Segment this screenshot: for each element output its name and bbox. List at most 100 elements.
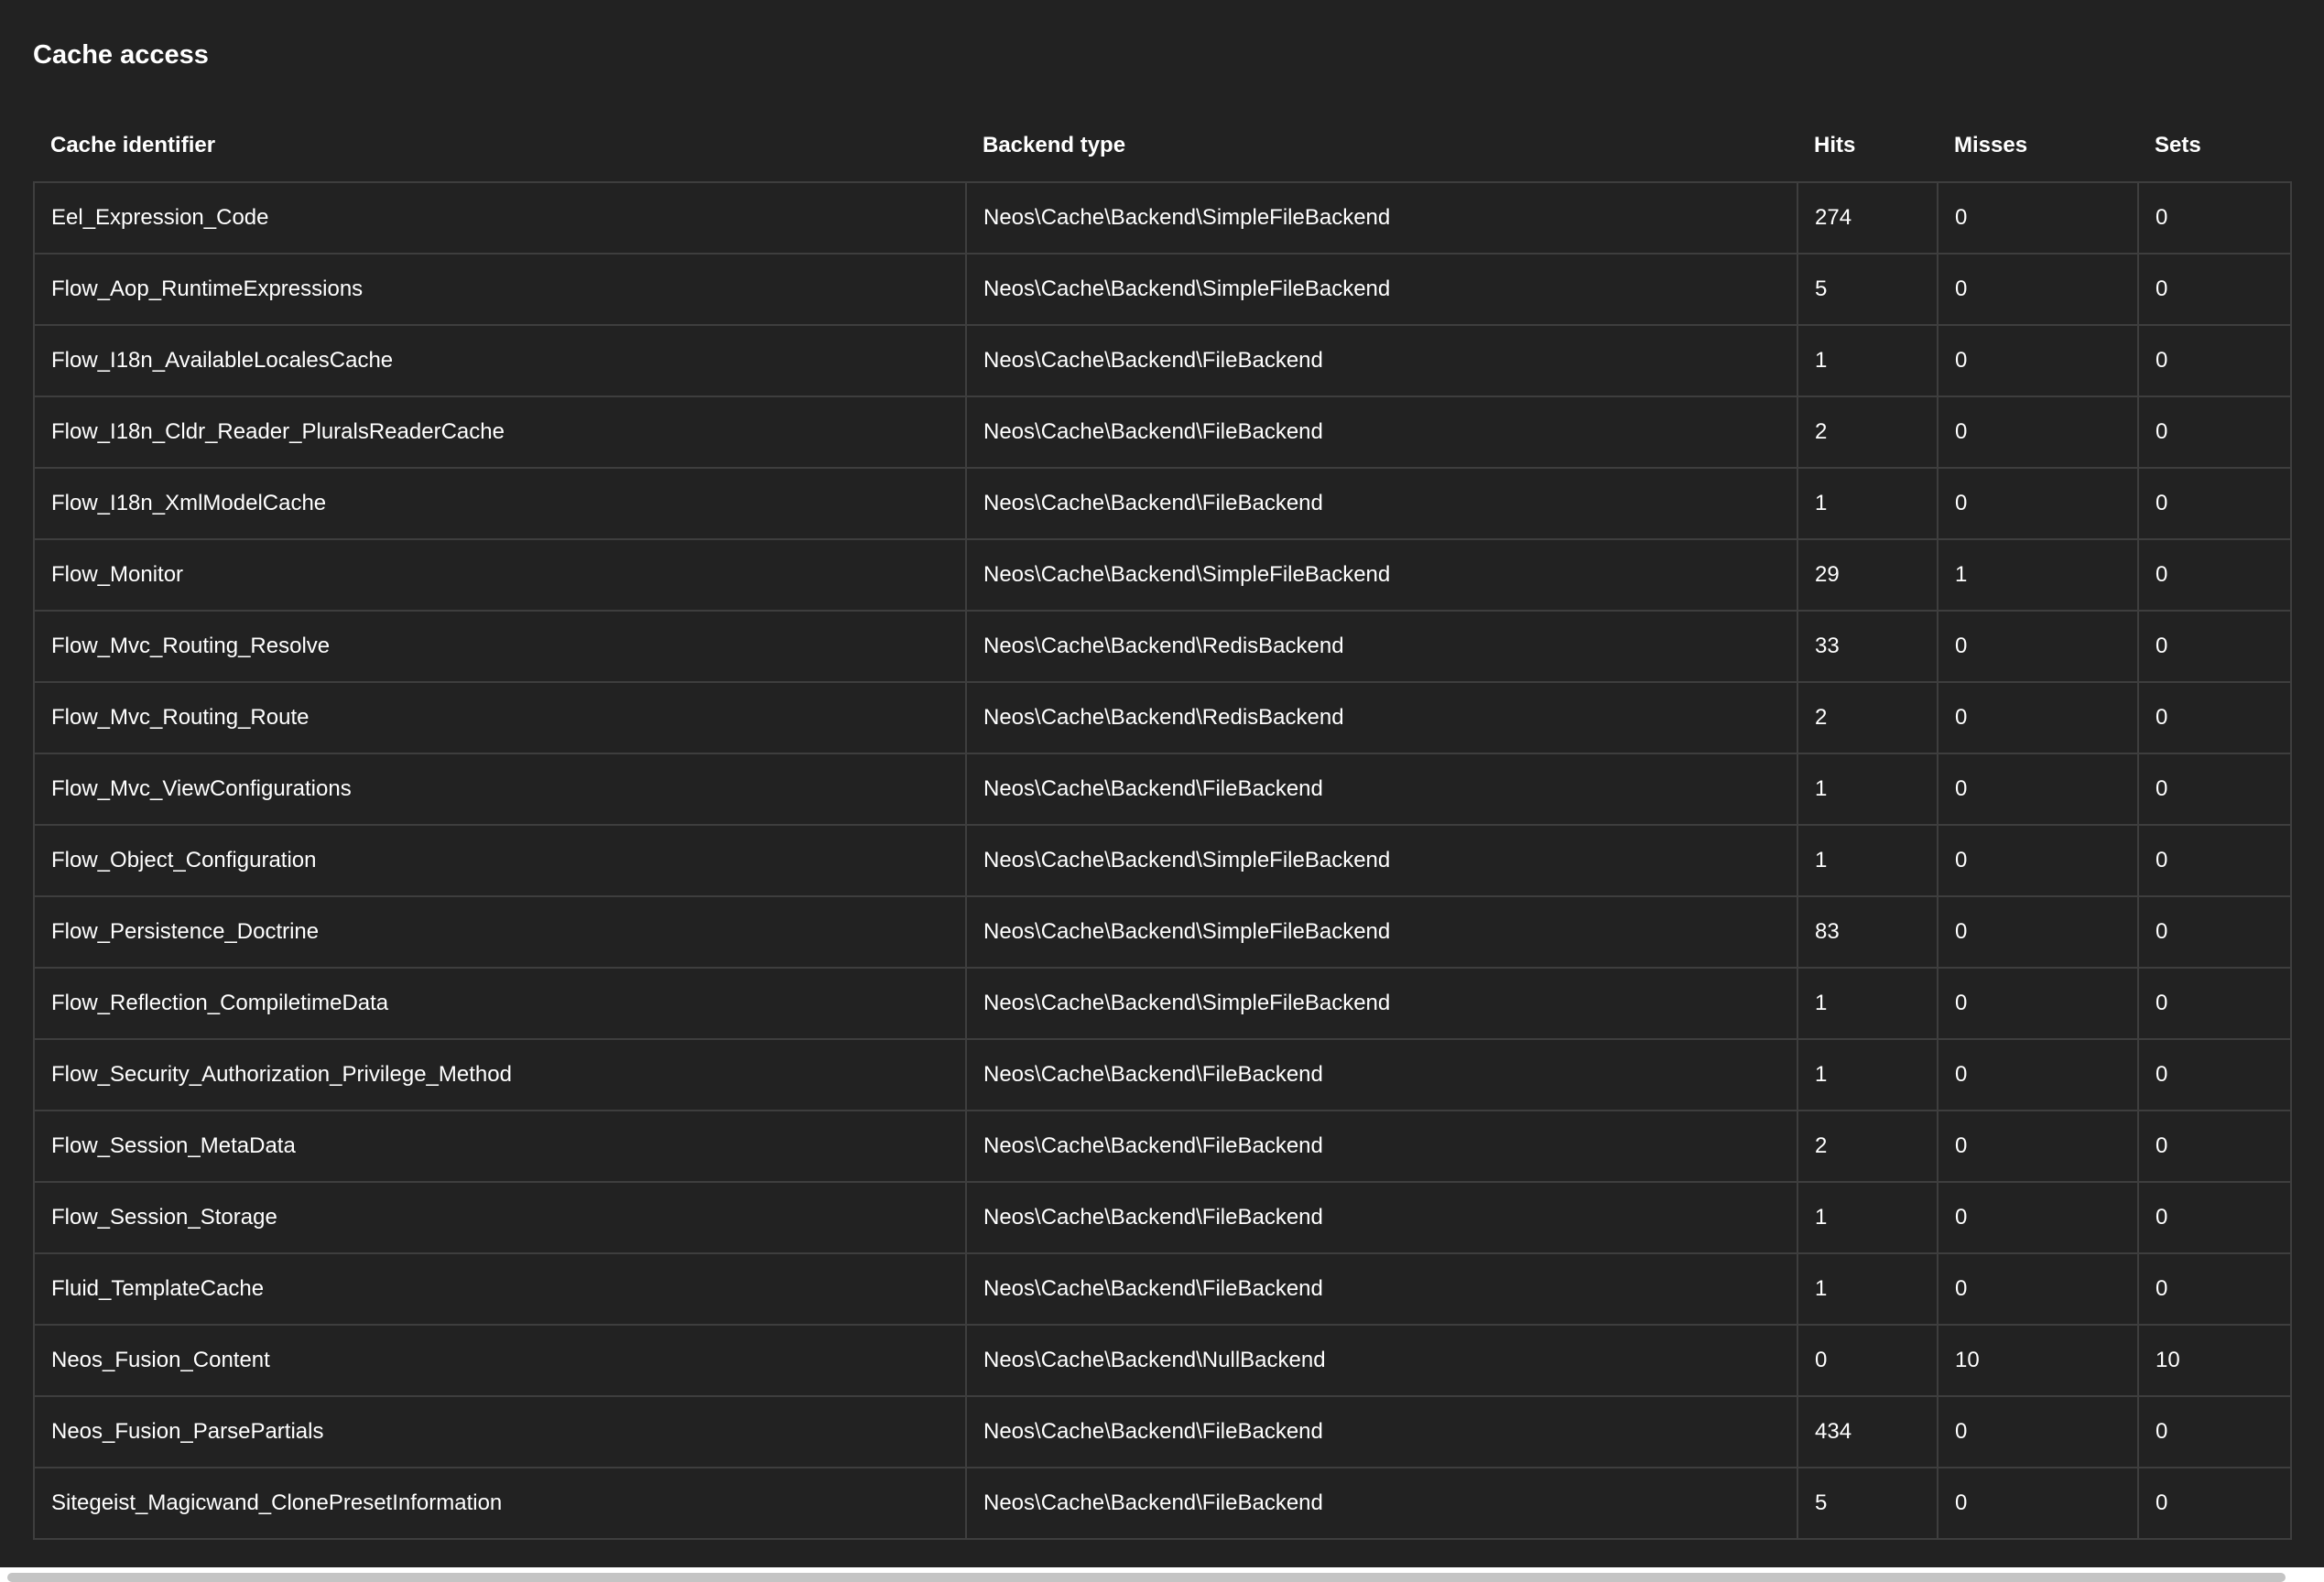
- cache-identifier-cell: Flow_I18n_XmlModelCache: [33, 467, 967, 540]
- backend-type-cell: Neos\Cache\Backend\SimpleFileBackend: [965, 967, 1798, 1040]
- sets-cell: 0: [2137, 467, 2292, 540]
- table-row: Sitegeist_Magicwand_ClonePresetInformati…: [33, 1467, 2292, 1540]
- sets-cell: 0: [2137, 1110, 2292, 1183]
- scrollbar-thumb[interactable]: [7, 1573, 2286, 1582]
- backend-type-cell: Neos\Cache\Backend\SimpleFileBackend: [965, 253, 1798, 326]
- cache-identifier-cell: Fluid_TemplateCache: [33, 1252, 967, 1326]
- hits-cell: 434: [1797, 1395, 1938, 1468]
- hits-cell: 1: [1797, 753, 1938, 826]
- misses-cell: 0: [1937, 1395, 2139, 1468]
- cache-identifier-cell: Neos_Fusion_Content: [33, 1324, 967, 1397]
- cache-identifier-cell: Flow_Security_Authorization_Privilege_Me…: [33, 1038, 967, 1111]
- hits-cell: 1: [1797, 967, 1938, 1040]
- table-row: Flow_Mvc_Routing_Route Neos\Cache\Backend…: [33, 681, 2292, 754]
- backend-type-cell: Neos\Cache\Backend\FileBackend: [965, 396, 1798, 469]
- misses-cell: 0: [1937, 895, 2139, 969]
- table-row: Flow_Session_Storage Neos\Cache\Backend\F…: [33, 1181, 2292, 1254]
- table-row: Flow_I18n_XmlModelCache Neos\Cache\Backen…: [33, 467, 2292, 540]
- table-row: Flow_Object_Configuration Neos\Cache\Back…: [33, 824, 2292, 897]
- misses-cell: 0: [1937, 1467, 2139, 1540]
- hits-cell: 0: [1797, 1324, 1938, 1397]
- sets-cell: 0: [2137, 324, 2292, 397]
- hits-cell: 33: [1797, 610, 1938, 683]
- table-row: Flow_I18n_AvailableLocalesCache Neos\Cach…: [33, 324, 2292, 397]
- column-header-sets: Sets: [2155, 133, 2201, 157]
- table-row: Flow_Mvc_Routing_Resolve Neos\Cache\Backe…: [33, 610, 2292, 683]
- table-row: Flow_Security_Authorization_Privilege_Me…: [33, 1038, 2292, 1111]
- table-row: Fluid_TemplateCache Neos\Cache\Backend\Fi…: [33, 1252, 2292, 1326]
- hits-cell: 83: [1797, 895, 1938, 969]
- table-row: Flow_Session_MetaData Neos\Cache\Backend\…: [33, 1110, 2292, 1183]
- cache-table: Cache identifier Backend type Hits Misse…: [33, 110, 2292, 1540]
- backend-type-cell: Neos\Cache\Backend\SimpleFileBackend: [965, 181, 1798, 255]
- hits-cell: 1: [1797, 467, 1938, 540]
- sets-cell: 0: [2137, 610, 2292, 683]
- header-row: Cache identifier Backend type Hits Misse…: [34, 110, 2291, 182]
- table-row: Flow_Aop_RuntimeExpressions Neos\Cache\Ba…: [33, 253, 2292, 326]
- sets-cell: 0: [2137, 1038, 2292, 1111]
- sets-cell: 0: [2137, 1181, 2292, 1254]
- misses-cell: 0: [1937, 396, 2139, 469]
- backend-type-cell: Neos\Cache\Backend\FileBackend: [965, 1181, 1798, 1254]
- backend-type-cell: Neos\Cache\Backend\FileBackend: [965, 1467, 1798, 1540]
- cache-identifier-cell: Flow_Persistence_Doctrine: [33, 895, 967, 969]
- column-header-backend-type: Backend type: [983, 133, 1126, 157]
- backend-type-cell: Neos\Cache\Backend\FileBackend: [965, 1252, 1798, 1326]
- hits-cell: 5: [1797, 253, 1938, 326]
- column-header-hits: Hits: [1814, 133, 1856, 157]
- misses-cell: 0: [1937, 1110, 2139, 1183]
- horizontal-scrollbar[interactable]: [0, 1567, 2324, 1582]
- misses-cell: 0: [1937, 253, 2139, 326]
- cache-identifier-cell: Flow_I18n_AvailableLocalesCache: [33, 324, 967, 397]
- cache-identifier-cell: Flow_Object_Configuration: [33, 824, 967, 897]
- misses-cell: 0: [1937, 324, 2139, 397]
- table-row: Flow_Reflection_CompiletimeData Neos\Cach…: [33, 967, 2292, 1040]
- table-row: Neos_Fusion_ParsePartials Neos\Cache\Back…: [33, 1395, 2292, 1468]
- page-title: Cache access: [33, 40, 209, 70]
- backend-type-cell: Neos\Cache\Backend\SimpleFileBackend: [965, 824, 1798, 897]
- cache-identifier-cell: Flow_Session_MetaData: [33, 1110, 967, 1183]
- cache-identifier-cell: Eel_Expression_Code: [33, 181, 967, 255]
- backend-type-cell: Neos\Cache\Backend\SimpleFileBackend: [965, 538, 1798, 612]
- cache-identifier-cell: Sitegeist_Magicwand_ClonePresetInformati…: [33, 1467, 967, 1540]
- backend-type-cell: Neos\Cache\Backend\RedisBackend: [965, 681, 1798, 754]
- cache-identifier-cell: Flow_Mvc_Routing_Resolve: [33, 610, 967, 683]
- column-header-misses: Misses: [1954, 133, 2028, 157]
- backend-type-cell: Neos\Cache\Backend\NullBackend: [965, 1324, 1798, 1397]
- hits-cell: 1: [1797, 1038, 1938, 1111]
- misses-cell: 0: [1937, 1252, 2139, 1326]
- hits-cell: 1: [1797, 324, 1938, 397]
- sets-cell: 0: [2137, 1252, 2292, 1326]
- hits-cell: 29: [1797, 538, 1938, 612]
- sets-cell: 0: [2137, 1395, 2292, 1468]
- table-header: Cache identifier Backend type Hits Misse…: [34, 110, 2291, 182]
- column-header-cache-identifier: Cache identifier: [50, 133, 216, 157]
- misses-cell: 0: [1937, 181, 2139, 255]
- table-row: Flow_I18n_Cldr_Reader_PluralsReaderCache…: [33, 396, 2292, 469]
- hits-cell: 2: [1797, 396, 1938, 469]
- backend-type-cell: Neos\Cache\Backend\FileBackend: [965, 1038, 1798, 1111]
- misses-cell: 0: [1937, 753, 2139, 826]
- cache-access-panel: Cache access Cache identifier Backend ty…: [0, 0, 2324, 1567]
- misses-cell: 0: [1937, 681, 2139, 754]
- misses-cell: 0: [1937, 1038, 2139, 1111]
- cache-identifier-cell: Flow_Mvc_ViewConfigurations: [33, 753, 967, 826]
- sets-cell: 0: [2137, 396, 2292, 469]
- sets-cell: 0: [2137, 538, 2292, 612]
- backend-type-cell: Neos\Cache\Backend\RedisBackend: [965, 610, 1798, 683]
- sets-cell: 10: [2137, 1324, 2292, 1397]
- backend-type-cell: Neos\Cache\Backend\FileBackend: [965, 1110, 1798, 1183]
- sets-cell: 0: [2137, 1467, 2292, 1540]
- sets-cell: 0: [2137, 824, 2292, 897]
- cache-identifier-cell: Flow_Monitor: [33, 538, 967, 612]
- hits-cell: 1: [1797, 824, 1938, 897]
- hits-cell: 1: [1797, 1252, 1938, 1326]
- sets-cell: 0: [2137, 681, 2292, 754]
- cache-identifier-cell: Flow_Reflection_CompiletimeData: [33, 967, 967, 1040]
- table-row: Flow_Persistence_Doctrine Neos\Cache\Back…: [33, 895, 2292, 969]
- cache-identifier-cell: Flow_Session_Storage: [33, 1181, 967, 1254]
- sets-cell: 0: [2137, 967, 2292, 1040]
- backend-type-cell: Neos\Cache\Backend\SimpleFileBackend: [965, 895, 1798, 969]
- hits-cell: 1: [1797, 1181, 1938, 1254]
- cache-identifier-cell: Flow_Mvc_Routing_Route: [33, 681, 967, 754]
